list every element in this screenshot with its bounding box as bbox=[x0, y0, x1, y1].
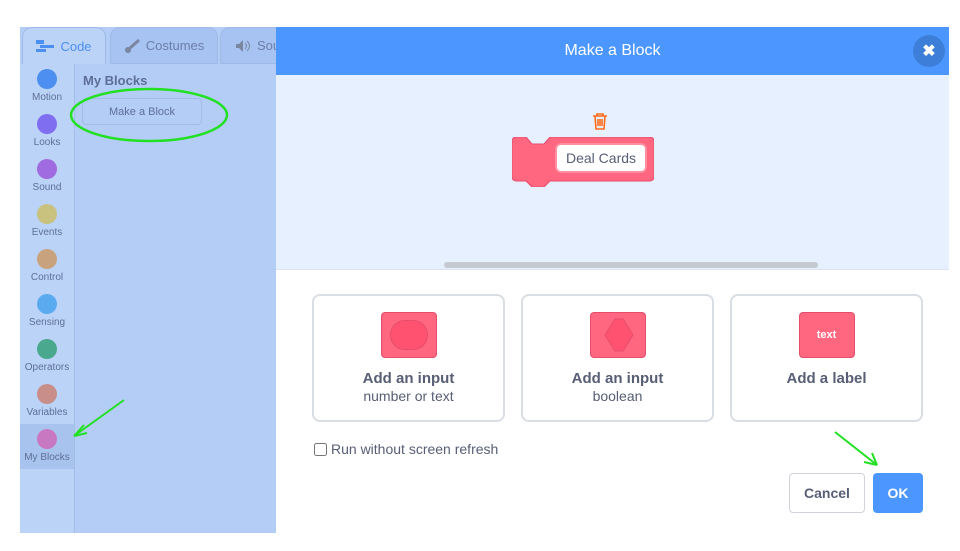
category-dot-icon bbox=[37, 159, 57, 179]
label-icon: text bbox=[798, 312, 855, 358]
option-title: Add an input bbox=[362, 370, 455, 387]
category-label: Operators bbox=[24, 362, 70, 373]
horizontal-scrollbar[interactable] bbox=[444, 262, 818, 268]
boolean-input-icon bbox=[589, 312, 646, 358]
tab-costumes[interactable]: Costumes bbox=[110, 27, 218, 64]
dialog-header: Make a Block ✖ bbox=[276, 27, 949, 75]
palette-heading: My Blocks bbox=[83, 73, 148, 88]
category-dot-icon bbox=[37, 384, 57, 404]
option-title: Add a label bbox=[786, 370, 867, 387]
dialog-title: Make a Block bbox=[564, 42, 661, 59]
category-label: Looks bbox=[33, 137, 61, 148]
category-menu: Motion Looks Sound Events Control Sensing Oper… bbox=[20, 64, 75, 533]
category-dot-icon bbox=[37, 249, 57, 269]
checkbox[interactable] bbox=[314, 442, 327, 456]
option-subtitle: boolean bbox=[592, 388, 643, 404]
category-label: My Blocks bbox=[24, 452, 70, 463]
category-dot-icon bbox=[37, 429, 57, 449]
category-my-blocks[interactable]: My Blocks bbox=[20, 424, 74, 469]
make-a-block-button[interactable]: Make a Block bbox=[82, 98, 202, 125]
category-sound[interactable]: Sound bbox=[20, 154, 74, 199]
add-label-button[interactable]: text Add a label bbox=[730, 294, 923, 422]
speaker-icon bbox=[236, 39, 250, 52]
category-label: Sound bbox=[32, 182, 62, 193]
checkbox-label: Run without screen refresh bbox=[331, 441, 499, 457]
category-dot-icon bbox=[37, 339, 57, 359]
make-a-block-dialog: Make a Block ✖ Deal Cards Add an input n… bbox=[276, 27, 949, 533]
block-preview: Deal Cards bbox=[276, 75, 949, 270]
code-icon bbox=[36, 40, 55, 52]
add-number-text-input-button[interactable]: Add an input number or text bbox=[312, 294, 505, 422]
category-dot-icon bbox=[37, 114, 57, 134]
tab-label: Costumes bbox=[145, 38, 205, 53]
editor-left-panel: Code Costumes Sou Motion Looks Sound Events… bbox=[20, 27, 290, 533]
add-boolean-input-button[interactable]: Add an input boolean bbox=[521, 294, 714, 422]
category-label: Motion bbox=[31, 92, 62, 103]
brush-icon bbox=[124, 38, 140, 53]
close-icon: ✖ bbox=[922, 43, 936, 60]
category-label: Control bbox=[30, 272, 64, 283]
category-label: Sensing bbox=[28, 317, 66, 328]
block-palette: My Blocks Make a Block bbox=[76, 64, 276, 533]
category-label: Variables bbox=[26, 407, 68, 418]
category-variables[interactable]: Variables bbox=[20, 379, 74, 424]
category-events[interactable]: Events bbox=[20, 199, 74, 244]
block-name-input[interactable]: Deal Cards bbox=[555, 143, 647, 173]
category-sensing[interactable]: Sensing bbox=[20, 289, 74, 334]
category-operators[interactable]: Operators bbox=[20, 334, 74, 379]
category-dot-icon bbox=[37, 294, 57, 314]
category-dot-icon bbox=[37, 69, 57, 89]
ok-button[interactable]: OK bbox=[873, 473, 923, 513]
category-motion[interactable]: Motion bbox=[20, 64, 74, 109]
tab-code[interactable]: Code bbox=[22, 27, 106, 64]
run-without-refresh-checkbox[interactable]: Run without screen refresh bbox=[314, 441, 498, 457]
category-control[interactable]: Control bbox=[20, 244, 74, 289]
trash-icon[interactable] bbox=[592, 112, 608, 130]
number-input-icon bbox=[380, 312, 437, 358]
option-subtitle: number or text bbox=[363, 388, 454, 404]
cancel-button[interactable]: Cancel bbox=[789, 473, 865, 513]
option-title: Add an input bbox=[571, 370, 664, 387]
category-dot-icon bbox=[37, 204, 57, 224]
close-button[interactable]: ✖ bbox=[913, 35, 945, 67]
tab-label: Code bbox=[60, 38, 92, 54]
category-looks[interactable]: Looks bbox=[20, 109, 74, 154]
category-label: Events bbox=[31, 227, 63, 238]
